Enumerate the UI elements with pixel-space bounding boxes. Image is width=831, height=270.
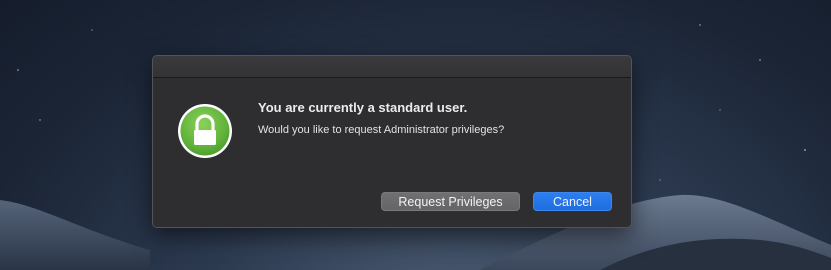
request-privileges-button[interactable]: Request Privileges	[381, 192, 520, 211]
dialog-title: You are currently a standard user.	[258, 100, 468, 115]
desktop-background: You are currently a standard user. Would…	[0, 0, 831, 270]
cancel-button[interactable]: Cancel	[533, 192, 612, 211]
privileges-dialog: You are currently a standard user. Would…	[152, 55, 632, 228]
dialog-titlebar[interactable]	[153, 56, 631, 78]
dialog-message: Would you like to request Administrator …	[258, 124, 505, 136]
lock-icon	[177, 103, 233, 159]
